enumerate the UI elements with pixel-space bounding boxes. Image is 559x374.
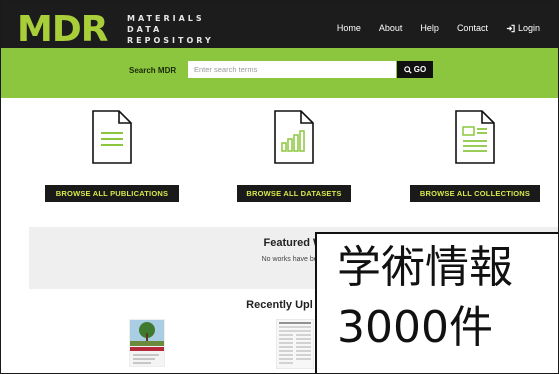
search-bar: Search MDR GO <box>1 48 558 98</box>
search-icon <box>403 65 412 74</box>
nav-contact-link[interactable]: Contact <box>457 23 488 33</box>
logo-subtitle-line: DATA <box>127 25 163 34</box>
browse-collections-button[interactable]: BROWSE ALL COLLECTIONS <box>410 185 540 202</box>
annotation-overlay-box: 学術情報 3000件 <box>315 232 558 373</box>
search-label: Search MDR <box>129 66 177 75</box>
site-logo[interactable]: MDR <box>17 11 108 49</box>
logo-subtitle: MATERIALS DATA REPOSITORY <box>127 13 214 46</box>
browser-viewport: MDR MATERIALS DATA REPOSITORY Home About… <box>0 0 559 374</box>
main-nav: Home About Help Contact Login <box>337 23 558 33</box>
collection-document-icon <box>455 110 495 164</box>
logo-subtitle-line: REPOSITORY <box>127 36 214 45</box>
overlay-text-line: 学術情報 <box>337 242 513 293</box>
nav-about-link[interactable]: About <box>379 23 403 33</box>
login-icon <box>506 24 515 32</box>
publication-document-icon <box>92 110 132 164</box>
nav-login-link[interactable]: Login <box>506 23 558 33</box>
recent-upload-thumbnail-paper[interactable] <box>276 319 314 369</box>
search-go-button[interactable]: GO <box>397 61 433 78</box>
browse-datasets-button[interactable]: BROWSE ALL DATASETS <box>237 185 351 202</box>
overlay-text-line: 3000件 <box>337 302 493 353</box>
dataset-chart-document-icon <box>274 110 314 164</box>
logo-subtitle-line: MATERIALS <box>127 14 205 23</box>
nav-help-link[interactable]: Help <box>420 23 439 33</box>
search-go-label: GO <box>413 65 427 74</box>
nav-home-link[interactable]: Home <box>337 23 361 33</box>
recent-upload-thumbnail-tree[interactable] <box>129 319 165 367</box>
search-input[interactable] <box>188 61 396 78</box>
browse-publications-button[interactable]: BROWSE ALL PUBLICATIONS <box>45 185 179 202</box>
nav-login-label: Login <box>517 23 540 33</box>
